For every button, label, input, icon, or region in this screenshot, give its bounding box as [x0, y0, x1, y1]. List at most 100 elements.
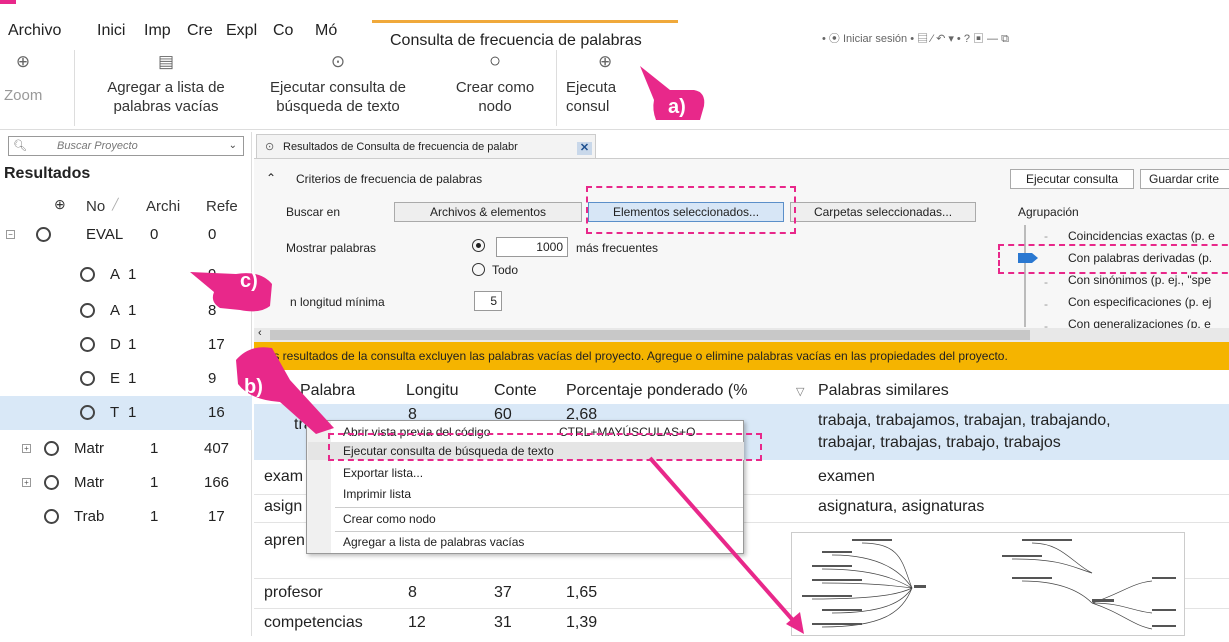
- menu-print-list[interactable]: Imprimir lista: [343, 487, 411, 501]
- grouping-slider-track[interactable]: [1024, 225, 1026, 327]
- node-circle-icon: [44, 509, 59, 524]
- menu-importar[interactable]: Imp: [144, 22, 171, 40]
- window-edge-marker: [0, 0, 16, 4]
- ribbon-separator: [74, 50, 75, 126]
- menu-export-list[interactable]: Exportar lista...: [343, 466, 423, 480]
- column-header-name[interactable]: No: [86, 198, 105, 215]
- slider-tick: -: [1044, 229, 1048, 243]
- column-header-count[interactable]: Conte: [494, 382, 537, 400]
- search-in-label: Buscar en: [286, 205, 341, 219]
- navigation-panel: 🔍︎ Buscar Proyecto ⌄ Resultados ⊕ No ╱ A…: [0, 132, 252, 636]
- run-text-search-button[interactable]: ⊙ Ejecutar consulta de búsqueda de texto: [254, 52, 422, 116]
- grouping-option[interactable]: Con especificaciones (p. ej: [1068, 295, 1211, 309]
- run-query-icon: ⊕: [598, 52, 613, 71]
- zoom-icon: ⊕: [15, 52, 31, 71]
- tree-row[interactable]: D 1 17: [0, 328, 252, 362]
- chevron-down-icon[interactable]: ⌄: [229, 140, 237, 151]
- files-elements-button[interactable]: Archivos & elementos: [394, 202, 582, 222]
- highlight-selected-elements: [586, 186, 796, 234]
- node-circle-icon: [80, 405, 95, 420]
- column-header-weighted-pct[interactable]: Porcentaje ponderado (%: [566, 382, 747, 400]
- menu-bar: Archivo Inici Imp Cre Expl Co Mó Consult…: [0, 10, 1229, 54]
- criteria-panel: ⌃ Criterios de frecuencia de palabras Ej…: [254, 158, 1229, 333]
- ribbon-separator: [556, 50, 557, 126]
- add-column-icon[interactable]: ⊕: [54, 196, 66, 213]
- menu-explorar[interactable]: Expl: [226, 22, 257, 40]
- list-add-icon: ▤: [157, 52, 175, 71]
- menu-compartir[interactable]: Co: [273, 22, 293, 40]
- mindmap-thumbnail: [791, 532, 1185, 636]
- menu-add-stopwords[interactable]: Agregar a lista de palabras vacías: [343, 535, 524, 549]
- top-words-input[interactable]: 1000: [496, 237, 568, 257]
- hand-pointer-icon: [190, 272, 272, 312]
- annotation-label-c: c): [240, 270, 258, 292]
- node-circle-icon: [36, 227, 51, 242]
- node-circle-icon: [44, 475, 59, 490]
- column-header-length[interactable]: Longitu: [406, 382, 459, 400]
- tree-row[interactable]: + Matr 1 407: [0, 432, 252, 466]
- add-to-stopwords-button[interactable]: ▤ Agregar a lista de palabras vacías: [86, 52, 246, 116]
- min-length-label: n longitud mínima: [290, 295, 385, 309]
- highlight-derived-words: [998, 244, 1229, 274]
- slider-tick: -: [1044, 275, 1048, 289]
- most-frequent-label: más frecuentes: [576, 241, 659, 255]
- menu-inicio[interactable]: Inici: [97, 22, 125, 40]
- menu-modulos[interactable]: Mó: [315, 22, 337, 40]
- scrollbar-thumb[interactable]: [270, 330, 1030, 340]
- zoom-button[interactable]: ⊕ Zoom: [4, 52, 42, 104]
- node-circle-icon: [80, 337, 95, 352]
- run-query-button[interactable]: Ejecutar consulta: [1010, 169, 1134, 189]
- column-header-files[interactable]: Archi: [146, 198, 180, 215]
- node-circle-icon: [80, 303, 95, 318]
- min-length-input[interactable]: 5: [474, 291, 502, 311]
- menu-create-node[interactable]: Crear como nodo: [343, 512, 436, 526]
- tree-row[interactable]: − EVAL 0 0: [0, 218, 252, 252]
- annotation-label-a: a): [668, 96, 686, 118]
- menu-archivo[interactable]: Archivo: [8, 22, 61, 40]
- sort-indicator-icon: ╱: [112, 199, 119, 211]
- criteria-header: Criterios de frecuencia de palabras: [296, 172, 483, 186]
- annotation-label-b: b): [244, 376, 263, 398]
- node-circle-icon: [80, 267, 95, 282]
- panel-title: Resultados: [4, 165, 91, 182]
- tree-row[interactable]: E 1 9: [0, 362, 252, 396]
- all-words-radio[interactable]: [472, 263, 485, 276]
- stopwords-notice: Los resultados de la consulta excluyen l…: [254, 342, 1229, 370]
- expand-icon[interactable]: +: [22, 478, 31, 487]
- node-circle-icon: [80, 371, 95, 386]
- search-query-icon: ⊙: [330, 52, 346, 71]
- tree-row[interactable]: Trab 1 17: [0, 500, 252, 534]
- top-words-radio[interactable]: [472, 239, 485, 252]
- scroll-left-icon[interactable]: ‹: [258, 327, 262, 339]
- expand-icon[interactable]: +: [22, 444, 31, 453]
- selected-folders-button[interactable]: Carpetas seleccionadas...: [790, 202, 976, 222]
- column-header-similar[interactable]: Palabras similares: [818, 382, 949, 400]
- ribbon: ⊕ Zoom ▤ Agregar a lista de palabras vac…: [0, 44, 1229, 130]
- all-label: Todo: [492, 263, 519, 277]
- grouping-option[interactable]: Con sinónimos (p. ej., "spe: [1068, 273, 1211, 287]
- tree-row[interactable]: + Matr 1 166: [0, 466, 252, 500]
- sort-down-icon: ▽: [796, 386, 805, 398]
- close-tab-icon[interactable]: ✕: [577, 142, 592, 155]
- mindmap-thumbnail-drawing: [802, 539, 1176, 630]
- run-query-button[interactable]: ⊕ Ejecuta consul: [566, 52, 626, 116]
- collapse-criteria-icon[interactable]: ⌃: [266, 171, 276, 185]
- menu-crear[interactable]: Cre: [187, 22, 213, 40]
- node-circle-icon: ○: [488, 50, 502, 72]
- collapse-icon[interactable]: −: [6, 230, 15, 239]
- search-project-input[interactable]: 🔍︎ Buscar Proyecto ⌄: [8, 136, 244, 156]
- column-header-refs[interactable]: Refe: [206, 198, 238, 215]
- save-criteria-button[interactable]: Guardar crite: [1140, 169, 1229, 189]
- grouping-option[interactable]: Coincidencias exactas (p. e: [1068, 229, 1215, 243]
- pointer-arrow: [648, 456, 804, 634]
- search-icon: 🔍︎: [13, 140, 27, 152]
- slider-tick: -: [1044, 297, 1048, 311]
- grouping-label: Agrupación: [1018, 205, 1079, 219]
- node-circle-icon: [44, 441, 59, 456]
- results-tab[interactable]: ⊙ Resultados de Consulta de frecuencia d…: [256, 134, 596, 158]
- horizontal-scrollbar[interactable]: ‹: [254, 327, 1229, 342]
- show-words-label: Mostrar palabras: [286, 241, 377, 255]
- create-node-button[interactable]: ○ Crear como nodo: [440, 50, 550, 116]
- tree-row-selected[interactable]: T 1 16: [0, 396, 252, 430]
- query-icon: ⊙: [265, 141, 275, 153]
